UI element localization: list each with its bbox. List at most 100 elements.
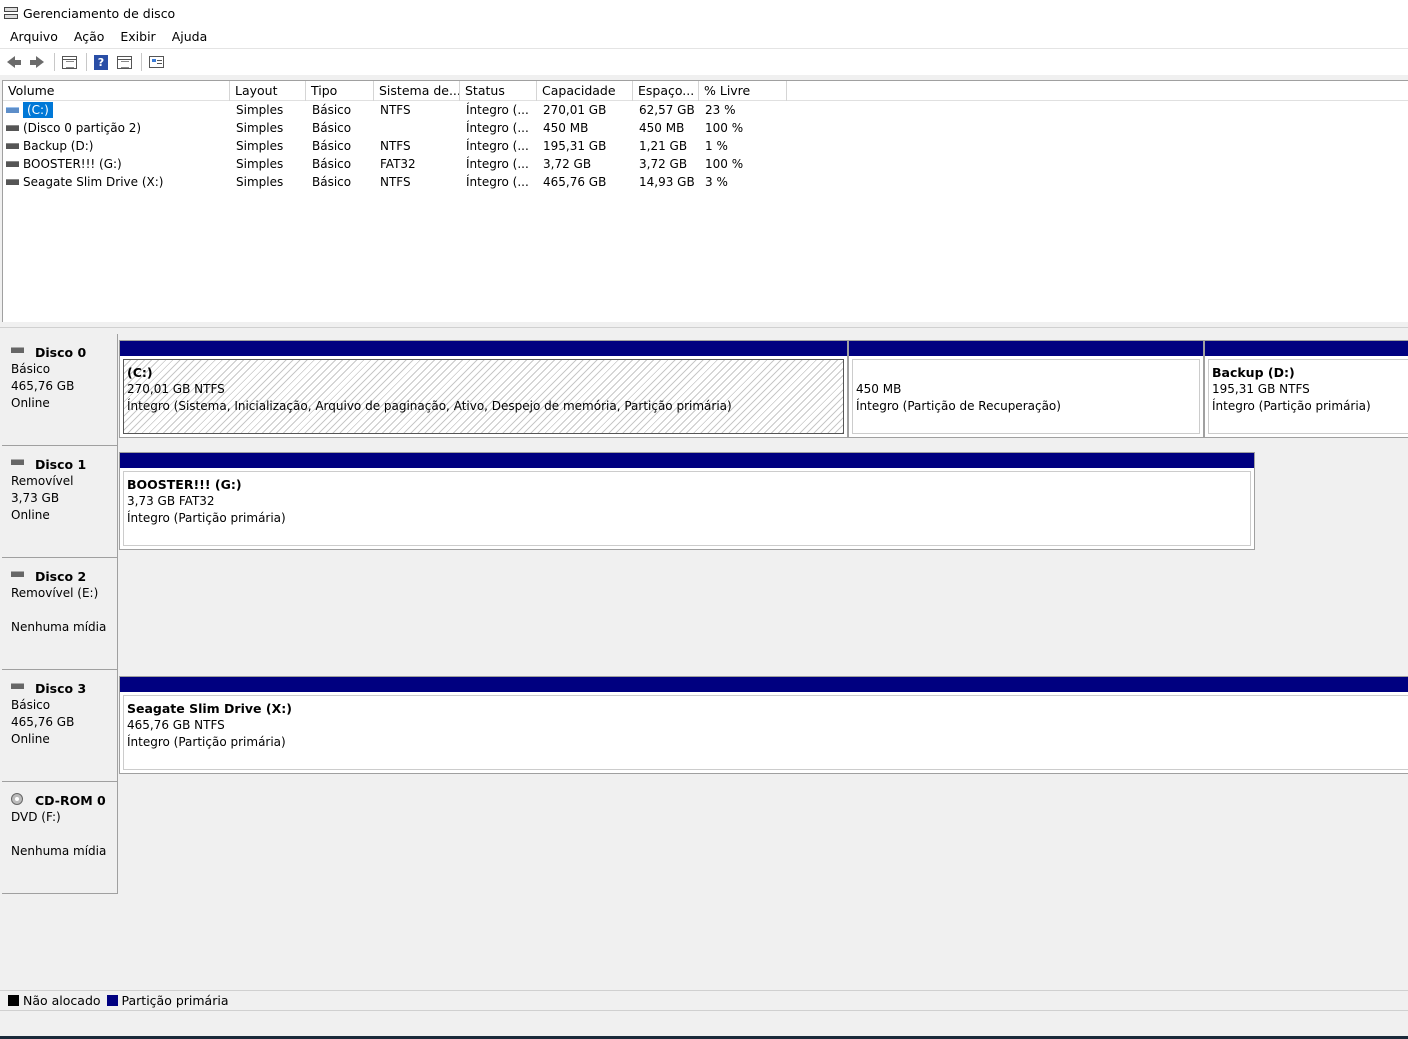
table-row[interactable]: (C:) Simples Básico NTFS Íntegro (... 27…: [3, 101, 787, 119]
partition-status: Íntegro (Partição primária): [127, 511, 286, 525]
removable-disk-icon: [11, 570, 24, 577]
free-cell: 14,93 GB: [639, 175, 695, 189]
layout-cell: Simples: [236, 175, 284, 189]
legend-unallocated: Não alocado: [23, 993, 101, 1008]
capacity-cell: 195,31 GB: [543, 139, 607, 153]
partition-backup-d[interactable]: Backup (D:) 195,31 GB NTFS Íntegro (Part…: [1204, 340, 1408, 438]
properties-button[interactable]: [146, 52, 166, 72]
status-bar: [0, 1010, 1408, 1039]
disk-label-cdrom-0[interactable]: CD-ROM 0 DVD (F:) Nenhuma mídia: [2, 782, 118, 894]
col-header-espaco[interactable]: Espaço...: [633, 81, 699, 101]
menu-acao[interactable]: Ação: [66, 26, 113, 48]
forward-button[interactable]: [27, 52, 47, 72]
pct-free-cell: 100 %: [705, 121, 744, 135]
toolbar-separator: [54, 53, 55, 71]
layout-cell: Simples: [236, 121, 284, 135]
disk-label-disco-1[interactable]: Disco 1 Removível 3,73 GB Online: [2, 446, 118, 558]
primary-partition-bar: [120, 341, 847, 356]
forward-icon: [30, 56, 44, 68]
partition-body: BOOSTER!!! (G:) 3,73 GB FAT32 Íntegro (P…: [123, 471, 1251, 546]
table-row[interactable]: (Disco 0 partição 2) Simples Básico Ínte…: [3, 119, 787, 137]
disk-status: Online: [11, 732, 50, 746]
disk-status: Nenhuma mídia: [11, 620, 107, 634]
disk-row-disco-3: Disco 3 Básico 465,76 GB Online Seagate …: [0, 664, 1408, 782]
primary-partition-bar: [120, 453, 1254, 468]
legend-primary-partition: Partição primária: [121, 993, 229, 1008]
disk-status: Online: [11, 508, 50, 522]
partition-size: 270,01 GB NTFS: [127, 382, 225, 396]
removable-disk-icon: [11, 458, 24, 465]
free-cell: 3,72 GB: [639, 157, 688, 171]
disk-label-disco-2[interactable]: Disco 2 Removível (E:) Nenhuma mídia: [2, 558, 118, 670]
partition-c[interactable]: (C:) 270,01 GB NTFS Íntegro (Sistema, In…: [119, 340, 848, 438]
partition-title: Seagate Slim Drive (X:): [127, 701, 292, 716]
table-row[interactable]: Backup (D:) Simples Básico NTFS Íntegro …: [3, 137, 787, 155]
volume-cell: (Disco 0 partição 2): [3, 119, 230, 137]
col-header-sistema[interactable]: Sistema de...: [374, 81, 460, 101]
list-view-button[interactable]: [59, 52, 79, 72]
volume-name: (C:): [23, 102, 53, 118]
disk-size: [11, 602, 117, 619]
table-row[interactable]: Seagate Slim Drive (X:) Simples Básico N…: [3, 173, 787, 191]
disk-graphical-view: Disco 0 Básico 465,76 GB Online (C:) 270…: [0, 328, 1408, 990]
toolbar-separator: [86, 53, 87, 71]
capacity-cell: 3,72 GB: [543, 157, 592, 171]
window-title: Gerenciamento de disco: [23, 5, 176, 21]
menu-ajuda[interactable]: Ajuda: [164, 26, 216, 48]
layout-cell: Simples: [236, 157, 284, 171]
free-cell: 1,21 GB: [639, 139, 688, 153]
partition-body: Backup (D:) 195,31 GB NTFS Íntegro (Part…: [1208, 359, 1408, 434]
partition-seagate-x[interactable]: Seagate Slim Drive (X:) 465,76 GB NTFS Í…: [119, 676, 1408, 774]
disk-name: CD-ROM 0: [35, 793, 106, 808]
capacity-cell: 450 MB: [543, 121, 589, 135]
col-header-capacidade[interactable]: Capacidade: [537, 81, 633, 101]
tipo-cell: Básico: [312, 175, 352, 189]
partition-recovery[interactable]: 450 MB Íntegro (Partição de Recuperação): [848, 340, 1204, 438]
disk-management-icon: [4, 6, 20, 20]
menu-arquivo[interactable]: Arquivo: [2, 26, 66, 48]
disk-label-disco-3[interactable]: Disco 3 Básico 465,76 GB Online: [2, 670, 118, 782]
col-header-volume[interactable]: Volume: [3, 81, 230, 101]
drive-icon: [6, 107, 19, 113]
partition-status: Íntegro (Partição de Recuperação): [856, 399, 1061, 413]
partition-title: (C:): [127, 365, 153, 380]
partition-body: 450 MB Íntegro (Partição de Recuperação): [852, 359, 1200, 434]
disk-type: DVD (F:): [11, 810, 61, 824]
partition-status: Íntegro (Sistema, Inicialização, Arquivo…: [127, 399, 732, 413]
free-cell: 62,57 GB: [639, 103, 695, 117]
disk-name: Disco 1: [35, 457, 87, 472]
col-header-livre[interactable]: % Livre: [699, 81, 787, 101]
back-button[interactable]: [4, 52, 24, 72]
toolbar: ?: [0, 48, 1408, 75]
pct-free-cell: 100 %: [705, 157, 744, 171]
pct-free-cell: 23 %: [705, 103, 736, 117]
col-header-status[interactable]: Status: [460, 81, 537, 101]
partition-body: (C:) 270,01 GB NTFS Íntegro (Sistema, In…: [123, 359, 844, 434]
partition-booster-g[interactable]: BOOSTER!!! (G:) 3,73 GB FAT32 Íntegro (P…: [119, 452, 1255, 550]
volume-list-header: Volume Layout Tipo Sistema de... Status …: [3, 81, 1408, 101]
partition-status: Íntegro (Partição primária): [127, 735, 286, 749]
table-row[interactable]: BOOSTER!!! (G:) Simples Básico FAT32 Ínt…: [3, 155, 787, 173]
list-view-icon: [61, 55, 77, 69]
primary-partition-swatch: [106, 995, 118, 1006]
hard-disk-icon: [11, 682, 24, 689]
partition-title: BOOSTER!!! (G:): [127, 477, 242, 492]
disk-size: [11, 826, 117, 843]
volume-cell: BOOSTER!!! (G:): [3, 155, 230, 173]
col-header-layout[interactable]: Layout: [230, 81, 306, 101]
help-button[interactable]: ?: [91, 52, 111, 72]
partition-title: Backup (D:): [1212, 365, 1295, 380]
cd-rom-icon: [11, 792, 23, 805]
hard-disk-icon: [11, 346, 24, 353]
menu-exibir[interactable]: Exibir: [112, 26, 163, 48]
title-bar: Gerenciamento de disco: [0, 0, 1408, 26]
pct-free-cell: 3 %: [705, 175, 728, 189]
volume-name: BOOSTER!!! (G:): [23, 157, 122, 171]
unallocated-swatch: [8, 995, 19, 1006]
col-header-tipo[interactable]: Tipo: [306, 81, 374, 101]
grid-icon: [116, 55, 132, 69]
disk-label-disco-0[interactable]: Disco 0 Básico 465,76 GB Online: [2, 334, 118, 446]
fs-cell: NTFS: [380, 175, 411, 189]
grid-button[interactable]: [114, 52, 134, 72]
capacity-cell: 465,76 GB: [543, 175, 607, 189]
